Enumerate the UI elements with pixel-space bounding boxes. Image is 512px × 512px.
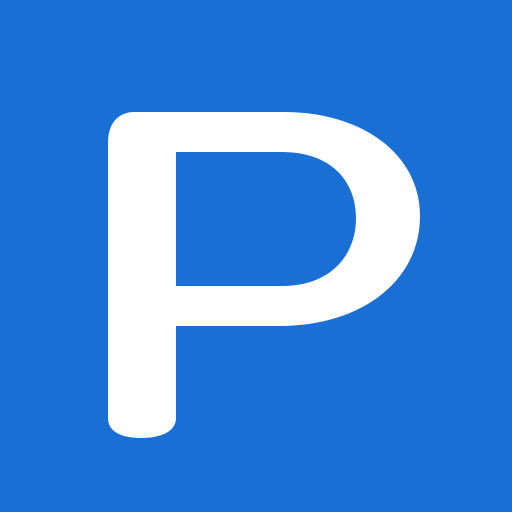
parking-icon (108, 112, 420, 438)
parking-sign (0, 0, 512, 512)
letter-p-glyph (108, 112, 420, 438)
